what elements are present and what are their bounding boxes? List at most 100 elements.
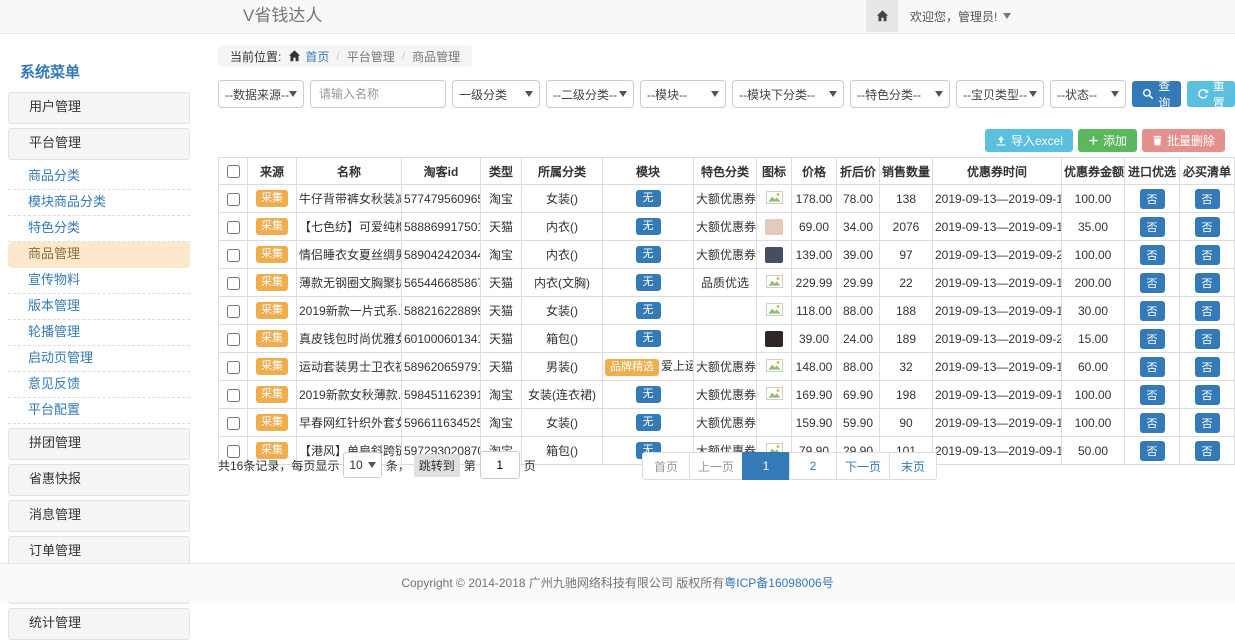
- select-all-checkbox[interactable]: [227, 165, 240, 178]
- must-buy-button[interactable]: 否: [1195, 357, 1220, 377]
- must-buy-cell: 否: [1180, 353, 1235, 381]
- must-buy-button[interactable]: 否: [1195, 385, 1220, 405]
- per-page-select[interactable]: 10: [343, 452, 381, 478]
- page-number-input[interactable]: [480, 451, 520, 479]
- icp-link[interactable]: 粤ICP备16098006号: [724, 574, 833, 591]
- import-pick-button[interactable]: 否: [1140, 217, 1165, 237]
- top-header: V省钱达人 欢迎您，管理员!: [0, 0, 1235, 34]
- import-pick-button[interactable]: 否: [1140, 385, 1165, 405]
- page-button[interactable]: 下一页: [836, 452, 890, 480]
- filter-select[interactable]: --状态--: [1050, 80, 1126, 108]
- breadcrumb-separator: /: [402, 49, 405, 63]
- import-pick-button[interactable]: 否: [1140, 441, 1165, 461]
- import-pick-button[interactable]: 否: [1140, 273, 1165, 293]
- must-buy-button[interactable]: 否: [1195, 329, 1220, 349]
- sidebar-group[interactable]: 用户管理: [8, 92, 190, 124]
- filter-select[interactable]: --模块下分类--: [732, 80, 844, 108]
- row-checkbox[interactable]: [227, 305, 240, 318]
- breadcrumb-item-products[interactable]: 商品管理: [412, 48, 460, 65]
- must-buy-button[interactable]: 否: [1195, 245, 1220, 265]
- import-pick-button[interactable]: 否: [1140, 301, 1165, 321]
- filter-select[interactable]: 一级分类: [452, 80, 540, 108]
- row-checkbox[interactable]: [227, 249, 240, 262]
- sidebar-item[interactable]: 轮播管理: [8, 320, 190, 346]
- add-button[interactable]: 添加: [1078, 129, 1137, 152]
- sidebar-item[interactable]: 启动页管理: [8, 346, 190, 372]
- source-badge: 采集: [256, 274, 288, 290]
- price: 148.00: [792, 353, 837, 381]
- page-button[interactable]: 1: [742, 452, 790, 480]
- must-buy-button[interactable]: 否: [1195, 217, 1220, 237]
- filter-select[interactable]: --二级分类--: [546, 80, 634, 108]
- caret-down-icon: [829, 91, 837, 97]
- row-checkbox[interactable]: [227, 277, 240, 290]
- discount-price: 24.00: [837, 325, 880, 353]
- must-buy-button[interactable]: 否: [1195, 441, 1220, 461]
- product-name: 2019新款女秋薄款...: [297, 381, 402, 409]
- filter-select[interactable]: --数据来源--: [218, 80, 304, 108]
- filter-select[interactable]: --宝贝类型--: [956, 80, 1044, 108]
- product-category: 男装(): [522, 353, 603, 381]
- must-buy-button[interactable]: 否: [1195, 413, 1220, 433]
- sidebar-group[interactable]: 拼团管理: [8, 428, 190, 460]
- breadcrumb-separator: /: [336, 49, 339, 63]
- sidebar-group[interactable]: 消息管理: [8, 500, 190, 532]
- sidebar-group[interactable]: 统计管理: [8, 608, 190, 640]
- row-checkbox[interactable]: [227, 361, 240, 374]
- import-pick-button[interactable]: 否: [1140, 357, 1165, 377]
- welcome-text: 欢迎您，管理员!: [910, 8, 997, 25]
- sidebar-item[interactable]: 宣传物料: [8, 268, 190, 294]
- import-pick-button[interactable]: 否: [1140, 329, 1165, 349]
- must-buy-button[interactable]: 否: [1195, 301, 1220, 321]
- must-buy-button[interactable]: 否: [1195, 273, 1220, 293]
- sidebar-item[interactable]: 平台配置: [8, 398, 190, 424]
- user-menu[interactable]: 欢迎您，管理员!: [898, 0, 1023, 32]
- column-header: 所属分类: [522, 158, 603, 185]
- copyright-text: Copyright © 2014-2018 广州九驰网络科技有限公司 版权所有: [401, 574, 724, 591]
- import-pick-button[interactable]: 否: [1140, 189, 1165, 209]
- reset-button[interactable]: 重置: [1187, 81, 1235, 107]
- column-header: 淘客id: [402, 158, 481, 185]
- coupon-amount: 35.00: [1062, 213, 1125, 241]
- must-buy-button[interactable]: 否: [1195, 189, 1220, 209]
- jump-button[interactable]: 跳转到: [414, 454, 460, 477]
- sidebar-item[interactable]: 商品分类: [8, 164, 190, 190]
- breadcrumb-home-link[interactable]: 首页: [288, 48, 329, 65]
- sidebar-group[interactable]: 平台管理: [8, 128, 190, 160]
- source-cell: 采集: [248, 297, 297, 325]
- page-button[interactable]: 末页: [889, 452, 937, 480]
- row-checkbox[interactable]: [227, 389, 240, 402]
- filter-select-label: --宝贝类型--: [963, 86, 1027, 103]
- search-button[interactable]: 查询: [1132, 81, 1181, 107]
- import-pick-cell: 否: [1125, 409, 1180, 437]
- import-pick-button[interactable]: 否: [1140, 413, 1165, 433]
- coupon-amount: 200.00: [1062, 269, 1125, 297]
- coupon-amount: 100.00: [1062, 241, 1125, 269]
- sidebar-item[interactable]: 版本管理: [8, 294, 190, 320]
- batch-delete-button[interactable]: 批量删除: [1142, 129, 1225, 152]
- module-cell: 无: [603, 325, 694, 353]
- sidebar-group[interactable]: 省惠快报: [8, 464, 190, 496]
- import-excel-button[interactable]: 导入excel: [985, 129, 1073, 152]
- filter-select[interactable]: --模块--: [640, 80, 726, 108]
- sidebar-item[interactable]: 模块商品分类: [8, 190, 190, 216]
- sidebar-item[interactable]: 商品管理: [8, 242, 190, 268]
- import-pick-button[interactable]: 否: [1140, 245, 1165, 265]
- row-checkbox[interactable]: [227, 417, 240, 430]
- discount-price: 59.90: [837, 409, 880, 437]
- page-button[interactable]: 2: [789, 452, 837, 480]
- jump-prefix: 第: [464, 457, 476, 474]
- row-checkbox[interactable]: [227, 221, 240, 234]
- row-checkbox[interactable]: [227, 193, 240, 206]
- home-button[interactable]: [866, 0, 898, 32]
- filter-select[interactable]: --特色分类--: [850, 80, 950, 108]
- sidebar-item[interactable]: 意见反馈: [8, 372, 190, 398]
- breadcrumb-item-platform[interactable]: 平台管理: [347, 48, 395, 65]
- page-button[interactable]: 首页: [642, 452, 690, 480]
- caret-down-icon: [711, 91, 719, 97]
- name-search-input[interactable]: [310, 80, 446, 108]
- filter-select-label: --模块--: [647, 86, 687, 103]
- row-checkbox[interactable]: [227, 333, 240, 346]
- page-button[interactable]: 上一页: [689, 452, 743, 480]
- sidebar-item[interactable]: 特色分类: [8, 216, 190, 242]
